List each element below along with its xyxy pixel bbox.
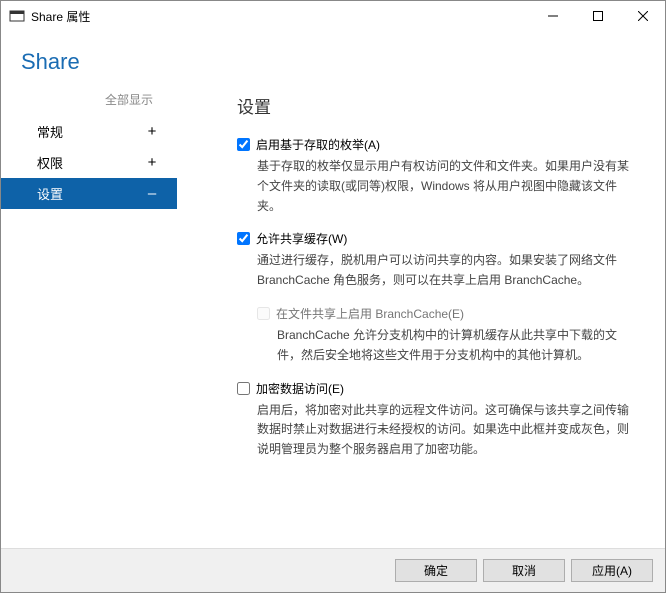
encrypt-label: 加密数据访问(E) xyxy=(256,380,344,397)
sidebar-item-label: 常规 xyxy=(37,122,63,141)
app-icon xyxy=(9,8,25,24)
footer: 确定 取消 应用(A) xyxy=(1,548,665,592)
page-title: Share xyxy=(1,31,665,91)
close-button[interactable] xyxy=(620,1,665,31)
encrypt-desc: 启用后，将加密对此共享的远程文件访问。这可确保与该共享之间传输数据时禁止对数据进… xyxy=(257,401,637,460)
sidebar-item-general[interactable]: 常规 + xyxy=(1,116,177,147)
sidebar-item-permissions[interactable]: 权限 + xyxy=(1,147,177,178)
branchcache-label: 在文件共享上启用 BranchCache(E) xyxy=(276,305,464,322)
allow-cache-checkbox[interactable] xyxy=(237,232,250,245)
apply-button[interactable]: 应用(A) xyxy=(571,559,653,582)
ok-button[interactable]: 确定 xyxy=(395,559,477,582)
sidebar-item-label: 设置 xyxy=(37,184,63,203)
sidebar: 全部显示 常规 + 权限 + 设置 – xyxy=(1,91,177,548)
maximize-button[interactable] xyxy=(575,1,620,31)
titlebar: Share 属性 xyxy=(1,1,665,31)
allow-cache-label: 允许共享缓存(W) xyxy=(256,230,347,247)
content-title: 设置 xyxy=(237,93,637,118)
sidebar-item-label: 权限 xyxy=(37,153,63,172)
sidebar-item-settings[interactable]: 设置 – xyxy=(1,178,177,209)
window-title: Share 属性 xyxy=(31,8,530,25)
expand-icon: + xyxy=(145,154,159,171)
show-all-link[interactable]: 全部显示 xyxy=(1,91,177,116)
content-panel: 设置 启用基于存取的枚举(A) 基于存取的枚举仅显示用户有权访问的文件和文件夹。… xyxy=(177,91,665,548)
enable-access-enum-desc: 基于存取的枚举仅显示用户有权访问的文件和文件夹。如果用户没有某个文件夹的读取(或… xyxy=(257,157,637,216)
expand-icon: + xyxy=(145,123,159,140)
enable-access-enum-label: 启用基于存取的枚举(A) xyxy=(256,136,380,153)
branchcache-desc: BranchCache 允许分支机构中的计算机缓存从此共享中下载的文件，然后安全… xyxy=(277,326,637,366)
cancel-button[interactable]: 取消 xyxy=(483,559,565,582)
collapse-icon: – xyxy=(145,185,159,202)
encrypt-checkbox[interactable] xyxy=(237,382,250,395)
branchcache-checkbox xyxy=(257,307,270,320)
enable-access-enum-checkbox[interactable] xyxy=(237,138,250,151)
minimize-button[interactable] xyxy=(530,1,575,31)
allow-cache-desc: 通过进行缓存，脱机用户可以访问共享的内容。如果安装了网络文件 BranchCac… xyxy=(257,251,637,291)
